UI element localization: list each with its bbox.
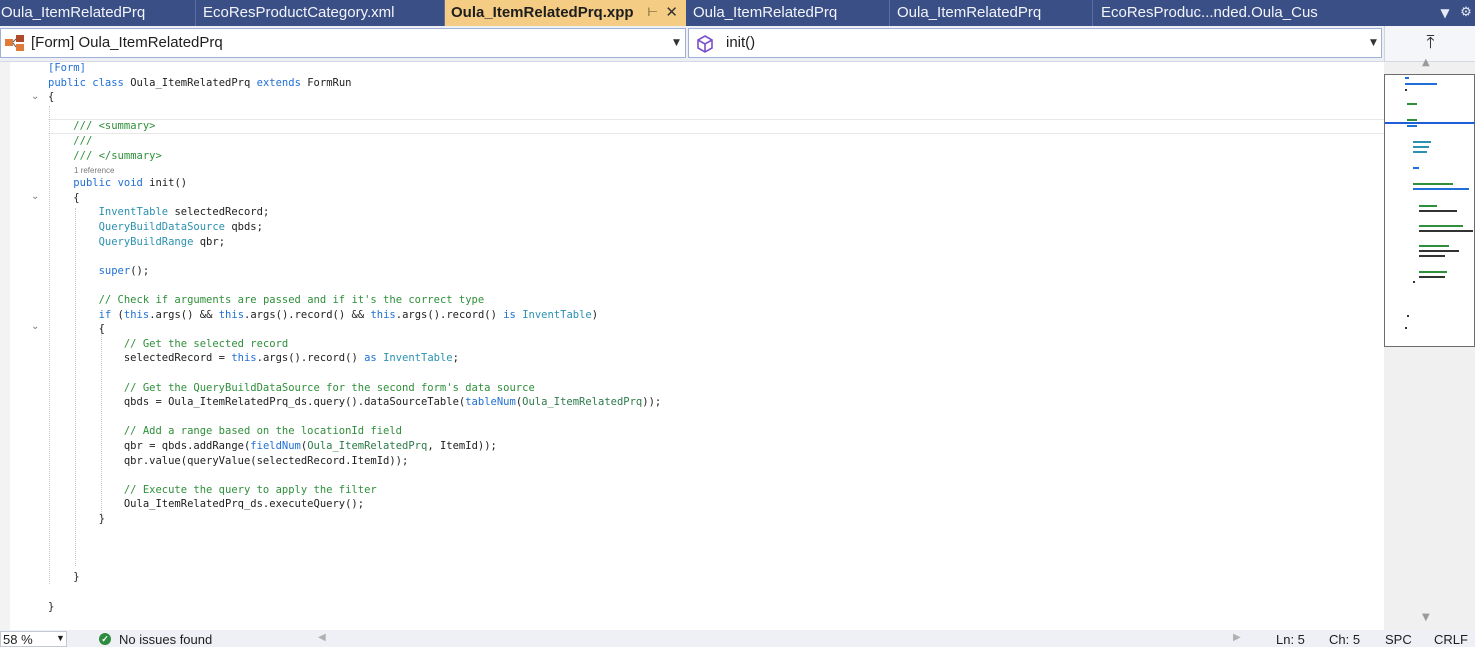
navigation-bar: [Form] Oula_ItemRelatedPrq ▼ init() ▼ ⤒ bbox=[0, 26, 1475, 62]
close-icon[interactable]: ✕ bbox=[665, 0, 678, 25]
code-line: [Form] bbox=[48, 62, 86, 74]
code-line: { bbox=[48, 91, 55, 104]
minimap-viewport[interactable] bbox=[1384, 74, 1475, 347]
char-number[interactable]: Ch: 5 bbox=[1329, 632, 1360, 647]
code-line: if (this.args() && this.args().record() … bbox=[98, 308, 599, 321]
zoom-level: 58 % bbox=[3, 632, 33, 647]
zoom-dropdown[interactable]: 58 % ▼ bbox=[0, 631, 67, 647]
code-lens-references[interactable]: 1 reference bbox=[74, 166, 114, 175]
split-window-icon[interactable]: ⤒ bbox=[1384, 26, 1475, 61]
tab-oula-itemrelatedprq-3[interactable]: Oula_ItemRelatedPrq bbox=[890, 0, 1093, 26]
code-line: // Add a range based on the locationId f… bbox=[123, 425, 403, 438]
tab-label: Oula_ItemRelatedPrq bbox=[897, 4, 1042, 21]
document-tab-bar: Oula_ItemRelatedPrq EcoResProductCategor… bbox=[0, 0, 1475, 26]
tab-list-dropdown-icon[interactable]: ▼ bbox=[1435, 0, 1455, 26]
code-line: } bbox=[48, 600, 55, 613]
editor-gutter bbox=[0, 62, 10, 630]
code-editor[interactable]: ⌄ ⌄ ⌄ [Form] public class Oula_ItemRelate… bbox=[0, 62, 1384, 630]
tab-label: EcoResProductCategory.xml bbox=[203, 4, 395, 21]
chevron-down-icon: ▼ bbox=[1370, 38, 1377, 48]
code-line: /// bbox=[73, 135, 93, 147]
member-selector-label: init() bbox=[726, 34, 756, 51]
line-number[interactable]: Ln: 5 bbox=[1276, 632, 1305, 647]
code-line: // Check if arguments are passed and if … bbox=[98, 294, 485, 306]
fold-chevron-icon[interactable]: ⌄ bbox=[31, 191, 39, 202]
issues-status[interactable]: No issues found bbox=[119, 632, 212, 647]
scroll-down-icon[interactable]: ▼ bbox=[1422, 612, 1430, 623]
scroll-right-icon[interactable]: ▶ bbox=[1233, 632, 1241, 643]
current-line-highlight bbox=[48, 119, 1384, 134]
code-line: qbr = qbds.addRange(fieldNum(Oula_ItemRe… bbox=[48, 440, 497, 452]
code-line: { bbox=[48, 323, 105, 336]
code-line: qbds = Oula_ItemRelatedPrq_ds.query().da… bbox=[48, 396, 662, 409]
fold-chevron-icon[interactable]: ⌄ bbox=[31, 321, 39, 332]
spacing-mode[interactable]: SPC bbox=[1385, 632, 1412, 647]
code-line: QueryBuildRange qbr; bbox=[98, 235, 226, 248]
tab-oula-itemrelatedprq-1[interactable]: Oula_ItemRelatedPrq bbox=[0, 0, 196, 26]
tab-label: Oula_ItemRelatedPrq.xpp bbox=[451, 4, 634, 21]
chevron-down-icon: ▼ bbox=[673, 38, 680, 48]
scroll-up-icon[interactable]: ▲ bbox=[1422, 57, 1430, 68]
line-ending[interactable]: CRLF bbox=[1434, 632, 1468, 647]
method-cube-icon bbox=[697, 35, 713, 53]
code-line: { bbox=[48, 191, 80, 204]
status-bar: 58 % ▼ ✓ No issues found ◀ ▶ Ln: 5 Ch: 5… bbox=[0, 630, 1475, 647]
pin-icon[interactable]: ⊢ bbox=[648, 0, 658, 25]
type-selector-label: [Form] Oula_ItemRelatedPrq bbox=[31, 34, 223, 51]
tab-label: Oula_ItemRelatedPrq bbox=[1, 4, 146, 21]
code-line: // Get the selected record bbox=[123, 337, 289, 350]
code-line: } bbox=[48, 513, 105, 525]
check-circle-icon: ✓ bbox=[99, 633, 111, 645]
tab-oula-itemrelatedprq-2[interactable]: Oula_ItemRelatedPrq bbox=[688, 0, 890, 26]
code-line: qbr.value(queryValue(selectedRecord.Item… bbox=[48, 454, 409, 467]
tab-oula-itemrelatedprq-xpp[interactable]: Oula_ItemRelatedPrq.xpp ⊢ ✕ bbox=[445, 0, 686, 26]
type-selector-dropdown[interactable]: [Form] Oula_ItemRelatedPrq ▼ bbox=[0, 28, 686, 58]
form-object-icon bbox=[5, 35, 24, 51]
code-line: Oula_ItemRelatedPrq_ds.executeQuery(); bbox=[48, 498, 365, 511]
scroll-left-icon[interactable]: ◀ bbox=[318, 632, 326, 643]
tab-label: Oula_ItemRelatedPrq bbox=[693, 4, 838, 21]
code-line: /// </summary> bbox=[73, 149, 162, 162]
code-line: // Execute the query to apply the filter bbox=[123, 483, 377, 496]
code-line: QueryBuildDataSource qbds; bbox=[98, 221, 263, 233]
fold-chevron-icon[interactable]: ⌄ bbox=[31, 91, 39, 102]
tab-ecoresproduct-extended[interactable]: EcoResProduc...nded.Oula_Cus bbox=[1093, 0, 1426, 26]
code-line: super(); bbox=[98, 264, 150, 277]
code-line: public class Oula_ItemRelatedPrq extends… bbox=[48, 76, 352, 89]
gear-icon[interactable]: ⚙ bbox=[1456, 0, 1475, 26]
code-line: } bbox=[48, 571, 80, 584]
code-line: InventTable selectedRecord; bbox=[98, 206, 270, 219]
code-line: public void init() bbox=[73, 177, 188, 190]
minimap-current-line bbox=[1385, 122, 1475, 124]
chevron-down-icon: ▼ bbox=[56, 633, 65, 643]
tab-ecoresproductcategory-xml[interactable]: EcoResProductCategory.xml bbox=[196, 0, 445, 26]
code-line: // Get the QueryBuildDataSource for the … bbox=[123, 381, 535, 394]
code-line: selectedRecord = this.args().record() as… bbox=[48, 352, 459, 365]
code-line: /// <summary> bbox=[73, 120, 156, 133]
member-selector-dropdown[interactable]: init() ▼ bbox=[688, 28, 1382, 58]
minimap-scrollbar[interactable]: ▲ ▼ bbox=[1384, 57, 1475, 630]
tab-label: EcoResProduc...nded.Oula_Cus bbox=[1101, 4, 1318, 21]
